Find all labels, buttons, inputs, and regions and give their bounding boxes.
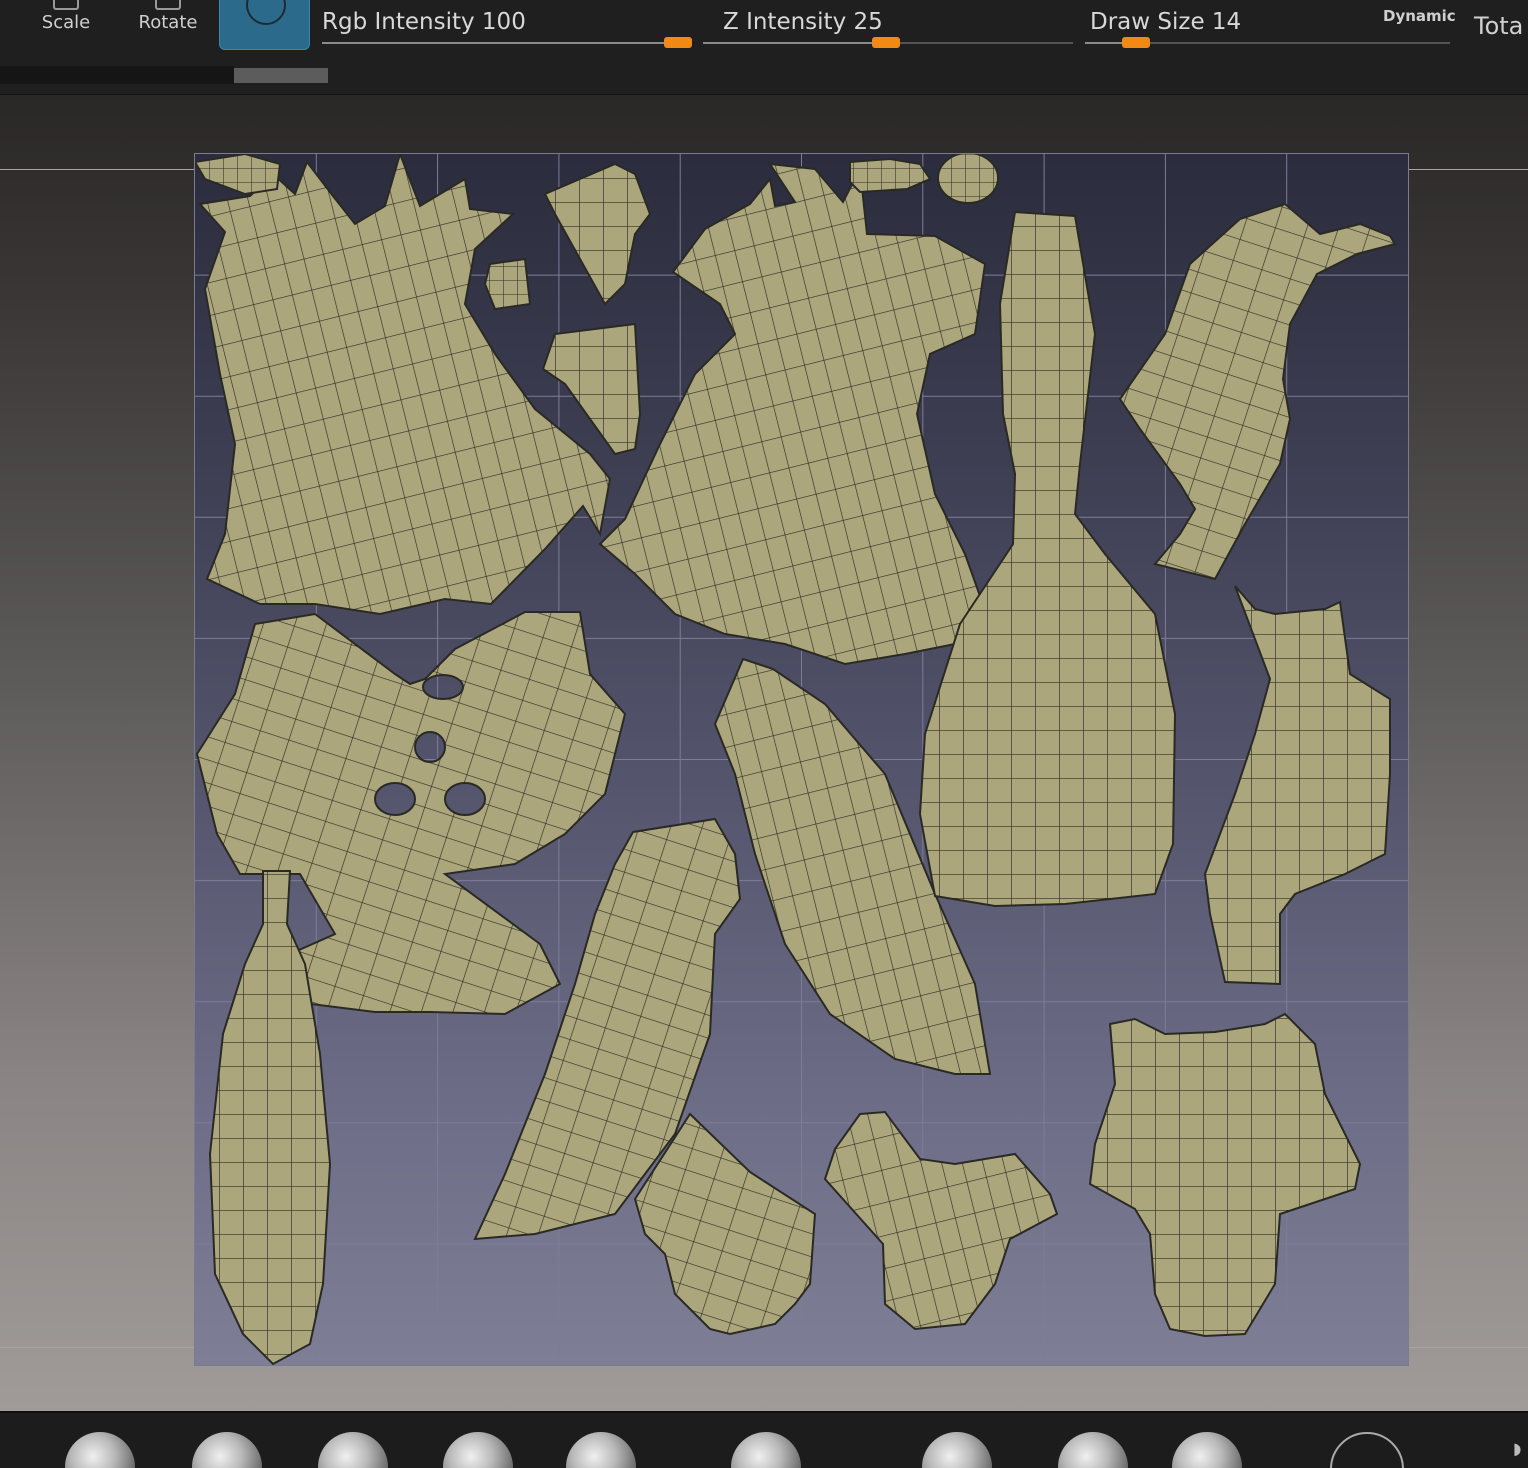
subbar-scroll-thumb[interactable] xyxy=(234,68,328,83)
sphere-icon xyxy=(246,0,286,25)
brush-icon[interactable] xyxy=(65,1432,135,1468)
uv-island-arm-right-top xyxy=(1118,202,1397,581)
document-viewport[interactable] xyxy=(0,95,1528,1411)
draw-size-handle[interactable] xyxy=(1122,37,1150,48)
dynamic-toggle[interactable]: Dynamic xyxy=(1383,7,1456,25)
uv-island-small-tab-1 xyxy=(483,257,532,311)
rgb-intensity-value: 100 xyxy=(481,9,526,35)
scale-label: Scale xyxy=(41,12,91,33)
rotate-label: Rotate xyxy=(138,12,198,33)
uv-island-arm-right-bottom xyxy=(1203,585,1391,986)
uv-map-tile[interactable] xyxy=(194,153,1409,1366)
z-intensity-handle[interactable] xyxy=(872,37,900,48)
draw-size-label: Draw Size xyxy=(1090,9,1205,35)
scroll-left-icon[interactable]: ◖ xyxy=(0,1439,10,1458)
brush-icon[interactable] xyxy=(731,1432,801,1468)
uv-island-upper-garment-right xyxy=(598,162,992,666)
brush-icon[interactable] xyxy=(922,1432,992,1468)
uv-island-cuff-right xyxy=(1088,1012,1362,1338)
scale-icon xyxy=(53,0,79,10)
active-tool-button[interactable] xyxy=(219,0,310,50)
tool-subbar xyxy=(0,66,234,84)
brush-icon[interactable] xyxy=(1058,1432,1128,1468)
uv-island-upper-garment-left xyxy=(198,154,612,616)
rotate-button[interactable]: Rotate xyxy=(130,0,206,60)
uv-island-small-trap-1 xyxy=(543,162,652,306)
z-intensity-value: 25 xyxy=(853,9,883,35)
total-label: Tota xyxy=(1474,12,1524,40)
uv-island-small-disc xyxy=(937,154,999,204)
brush-icon[interactable] xyxy=(1172,1432,1242,1468)
top-toolbar: Scale Rotate Rgb Intensity 100 Z Intensi… xyxy=(0,0,1528,95)
z-intensity-slider[interactable]: Z Intensity 25 xyxy=(703,0,1073,60)
brush-icon[interactable] xyxy=(566,1432,636,1468)
brush-icon[interactable] xyxy=(443,1432,513,1468)
rgb-intensity-fill xyxy=(322,42,678,44)
scroll-right-icon[interactable]: ◗ xyxy=(1513,1439,1528,1458)
uv-island-small-top-left xyxy=(195,154,282,196)
rotate-icon xyxy=(155,0,181,10)
rgb-intensity-handle[interactable] xyxy=(664,37,692,48)
brush-icon[interactable] xyxy=(318,1432,388,1468)
rgb-intensity-label: Rgb Intensity xyxy=(322,9,475,35)
uv-island-small-capsule xyxy=(849,157,932,194)
draw-size-value: 14 xyxy=(1211,9,1242,35)
rgb-intensity-slider[interactable]: Rgb Intensity 100 xyxy=(322,0,692,60)
uv-island-glove-right xyxy=(823,1110,1059,1331)
brush-shelf: ◖ ◗ xyxy=(0,1411,1528,1468)
brush-icon[interactable] xyxy=(1330,1432,1404,1468)
scale-button[interactable]: Scale xyxy=(30,0,102,60)
z-intensity-fill xyxy=(703,42,887,44)
brush-icon[interactable] xyxy=(192,1432,262,1468)
z-intensity-label: Z Intensity xyxy=(723,9,847,35)
uv-map-canvas xyxy=(195,154,1408,1365)
